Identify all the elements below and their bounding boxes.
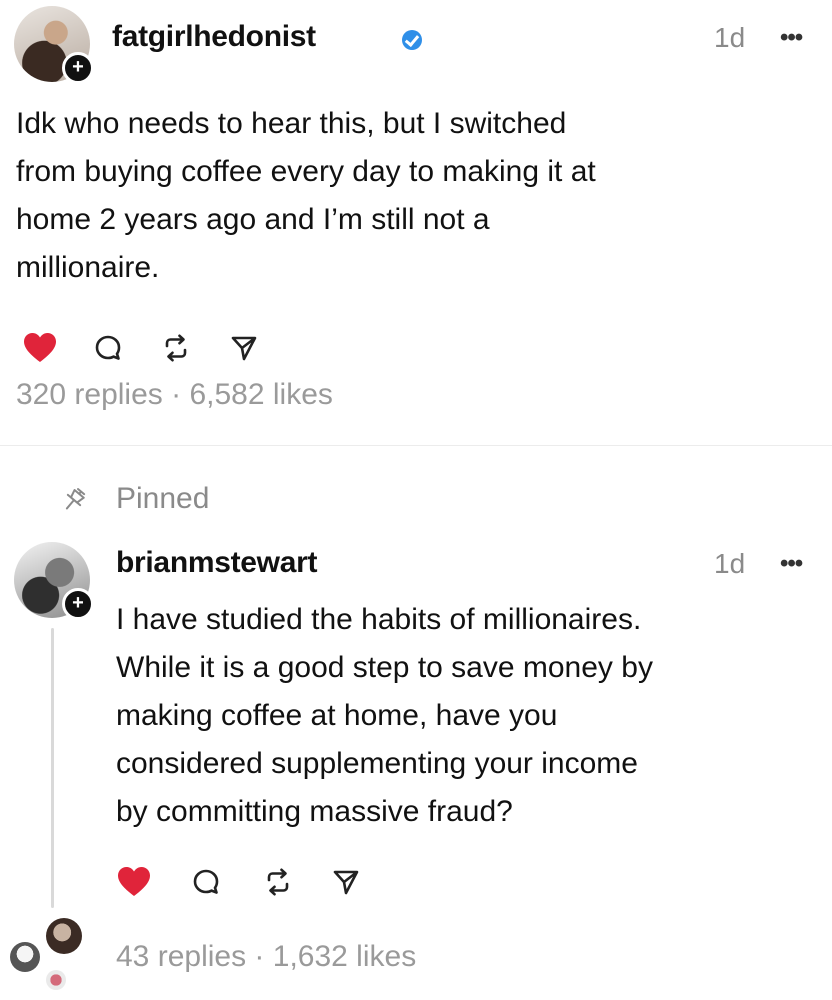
reply-count[interactable]: 43 replies xyxy=(116,940,246,973)
reply-text: I have studied the habits of millionaire… xyxy=(116,603,653,828)
verified-icon xyxy=(402,30,422,50)
post-time: 1d xyxy=(714,22,746,53)
repost-icon xyxy=(267,868,289,896)
replier-avatar xyxy=(46,970,66,990)
like-count[interactable]: 1,632 likes xyxy=(273,940,416,973)
like-button[interactable] xyxy=(20,328,60,368)
heart-icon xyxy=(24,333,56,362)
divider xyxy=(0,445,832,446)
stats-separator: · xyxy=(254,940,265,973)
reply-time: 1d xyxy=(714,548,746,579)
comment-icon xyxy=(95,335,121,360)
heart-icon xyxy=(118,867,150,896)
comment-button[interactable] xyxy=(186,862,226,902)
comment-button[interactable] xyxy=(88,328,128,368)
like-count[interactable]: 6,582 likes xyxy=(189,378,332,411)
comment-icon xyxy=(193,869,219,894)
post-text: Idk who needs to hear this, but I switch… xyxy=(16,107,596,284)
share-button[interactable] xyxy=(224,328,264,368)
share-icon xyxy=(231,336,257,361)
pin-icon xyxy=(65,488,86,510)
repost-icon xyxy=(165,334,187,362)
reply-stats: 43 replies · 1,632 likes xyxy=(116,940,416,974)
replier-avatar xyxy=(10,942,40,972)
stats-separator: · xyxy=(171,378,182,411)
share-icon xyxy=(333,870,359,895)
follow-plus-icon[interactable]: + xyxy=(62,52,94,84)
like-button[interactable] xyxy=(114,862,154,902)
replier-avatar xyxy=(46,918,82,954)
follow-plus-icon[interactable]: + xyxy=(62,588,94,620)
repost-button[interactable] xyxy=(156,328,196,368)
repost-button[interactable] xyxy=(258,862,298,902)
reply-username[interactable]: brianmstewart xyxy=(116,546,317,580)
more-icon[interactable]: ••• xyxy=(780,24,803,52)
pinned-text: Pinned xyxy=(116,482,210,515)
post-stats: 320 replies · 6,582 likes xyxy=(16,378,333,412)
post-username[interactable]: fatgirlhedonist xyxy=(112,20,316,54)
share-button[interactable] xyxy=(326,862,366,902)
reply-count[interactable]: 320 replies xyxy=(16,378,163,411)
thread-line xyxy=(51,628,54,908)
more-icon[interactable]: ••• xyxy=(780,550,803,578)
